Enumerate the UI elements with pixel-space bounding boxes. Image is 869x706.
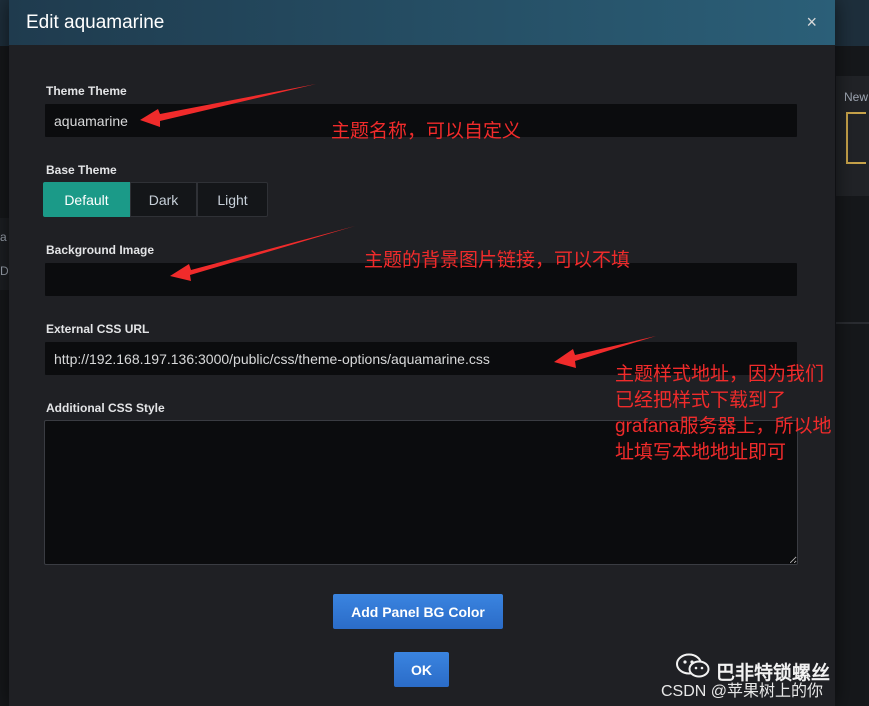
- base-theme-toggle: Default Dark Light: [43, 182, 268, 217]
- annotation-line: grafana服务器上，所以地: [615, 416, 832, 437]
- annotation-external-css: 主题样式地址，因为我们 已经把样式下载到了 grafana服务器上，所以地 址填…: [615, 362, 831, 466]
- annotation-background-image: 主题的背景图片链接，可以不填: [364, 250, 631, 271]
- annotation-line: 已经把样式下载到了: [615, 390, 787, 411]
- base-theme-label: Base Theme: [46, 163, 117, 177]
- base-theme-dark-button[interactable]: Dark: [130, 182, 197, 217]
- modal-title: Edit aquamarine: [26, 11, 165, 33]
- additional-css-label: Additional CSS Style: [46, 401, 165, 415]
- background-left-text: a: [0, 230, 7, 244]
- background-image-label: Background Image: [46, 243, 155, 257]
- watermark-csdn: CSDN @苹果树上的你: [661, 683, 824, 700]
- modal-header: Edit aquamarine ×: [9, 0, 835, 45]
- background-left-strip: [0, 218, 9, 290]
- background-divider: [836, 322, 869, 324]
- add-panel-bg-color-button[interactable]: Add Panel BG Color: [333, 594, 503, 629]
- base-theme-default-button[interactable]: Default: [43, 182, 130, 217]
- annotation-line: 主题样式地址，因为我们: [615, 364, 825, 385]
- background-panel-icon: [846, 112, 866, 164]
- edit-theme-modal: Edit aquamarine × Theme Theme Base Theme…: [9, 0, 835, 706]
- theme-name-label: Theme Theme: [46, 84, 127, 98]
- wechat-icon: [676, 653, 710, 678]
- annotation-theme-name: 主题名称，可以自定义: [331, 121, 522, 142]
- close-icon[interactable]: ×: [806, 12, 817, 33]
- background-new-label: New: [844, 90, 869, 104]
- background-left-text: D: [0, 264, 9, 278]
- ok-button[interactable]: OK: [394, 652, 449, 687]
- annotation-line: 址填写本地地址即可: [615, 442, 787, 463]
- base-theme-light-button[interactable]: Light: [197, 182, 268, 217]
- external-css-label: External CSS URL: [46, 322, 150, 336]
